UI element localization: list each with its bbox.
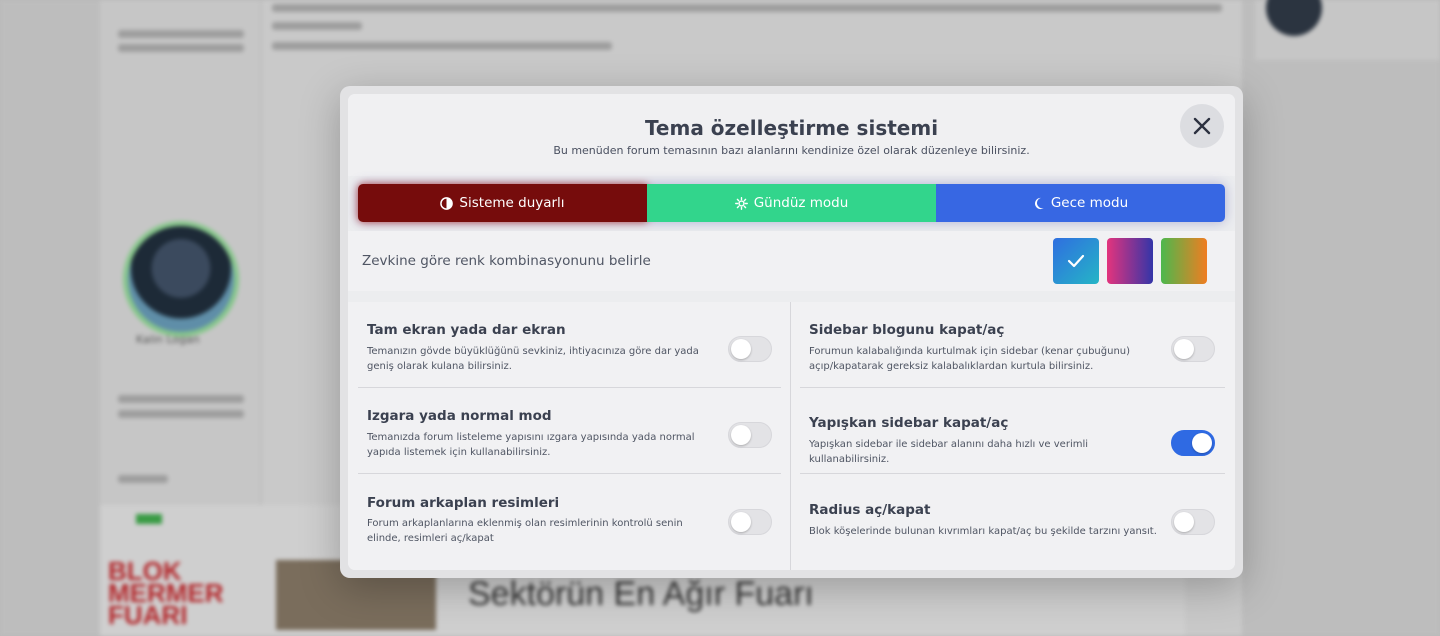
theme-modal: Tema özelleştirme sistemi Bu menüden for… — [348, 94, 1235, 570]
mode-selector: Sisteme duyarlı Gündüz modu Gece modu — [358, 184, 1225, 222]
settings-grid: Tam ekran yada dar ekran Temanızın gövde… — [348, 302, 1235, 570]
modal-subtitle: Bu menüden forum temasının bazı alanları… — [553, 144, 1030, 157]
setting-title: Sidebar blogunu kapat/aç — [809, 322, 1005, 338]
setting-description: Yapışkan sidebar ile sidebar alanını dah… — [809, 439, 1089, 465]
grid-mode-toggle[interactable] — [728, 422, 772, 448]
setting-description: Forumun kalabalığında kurtulmak için sid… — [809, 346, 1131, 372]
bg-banner-left: BLOK MERMER FUARI — [108, 556, 224, 630]
color-swatch-pink-purple[interactable] — [1107, 238, 1153, 284]
modal-header: Tema özelleştirme sistemi Bu menüden for… — [348, 94, 1235, 176]
settings-divider — [790, 302, 791, 570]
bg-profile-name: Kalin Logan — [136, 333, 200, 346]
sticky-sidebar-toggle[interactable] — [1171, 430, 1215, 456]
setting-title: Forum arkaplan resimleri — [367, 495, 560, 511]
setting-title: Tam ekran yada dar ekran — [367, 322, 566, 338]
night-mode-button[interactable]: Gece modu — [936, 184, 1225, 222]
setting-description: Blok köşelerinde bulunan kıvrımları kapa… — [809, 526, 1157, 537]
bg-avatar — [128, 226, 234, 332]
sun-icon — [734, 196, 748, 210]
color-combination-label: Zevkine göre renk kombinasyonunu belirle — [362, 253, 651, 269]
modal-title: Tema özelleştirme sistemi — [644, 116, 939, 140]
forum-backgrounds-toggle[interactable] — [728, 509, 772, 535]
sidebar-toggle[interactable] — [1171, 336, 1215, 362]
night-mode-label: Gece modu — [1050, 195, 1129, 211]
check-icon — [1067, 254, 1085, 268]
close-button[interactable] — [1180, 104, 1224, 148]
color-swatch-green-orange[interactable] — [1161, 238, 1207, 284]
system-mode-button[interactable]: Sisteme duyarlı — [358, 184, 647, 222]
radius-toggle[interactable] — [1171, 509, 1215, 535]
setting-title: Radius aç/kapat — [809, 502, 931, 518]
setting-description: Forum arkaplanlarına eklenmiş olan resim… — [367, 518, 683, 544]
bg-banner-text: Sektörün En Ağır Fuarı — [468, 575, 814, 613]
close-icon — [1193, 117, 1211, 135]
setting-title: Yapışkan sidebar kapat/aç — [809, 415, 1009, 431]
day-mode-label: Gündüz modu — [753, 195, 849, 211]
moon-icon — [1034, 197, 1044, 209]
color-swatch-blue[interactable] — [1053, 238, 1099, 284]
setting-title: Izgara yada normal mod — [367, 408, 552, 424]
theme-modal-frame: Tema özelleştirme sistemi Bu menüden for… — [340, 86, 1243, 578]
day-mode-button[interactable]: Gündüz modu — [647, 184, 936, 222]
fullscreen-toggle[interactable] — [728, 336, 772, 362]
system-mode-label: Sisteme duyarlı — [459, 195, 565, 211]
setting-description: Temanızın gövde büyüklüğünü sevkiniz, ih… — [367, 346, 699, 372]
setting-description: Temanızda forum listeleme yapısını ızgar… — [367, 432, 695, 458]
half-circle-icon — [440, 196, 454, 210]
color-combination-row: Zevkine göre renk kombinasyonunu belirle — [348, 231, 1235, 291]
